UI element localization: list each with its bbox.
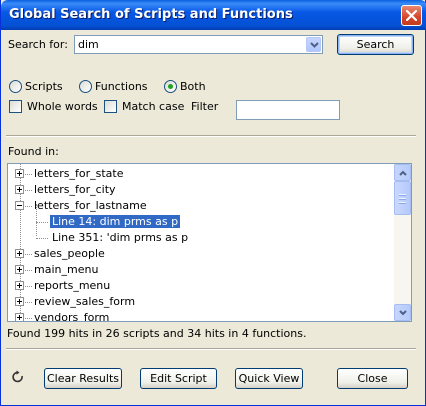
- close-icon: [406, 10, 417, 21]
- chevron-down-icon: [399, 310, 407, 316]
- collapse-icon[interactable]: [15, 201, 24, 210]
- scroll-down-button[interactable]: [394, 304, 411, 321]
- chevron-down-icon: [310, 42, 319, 48]
- dropdown-button[interactable]: [306, 37, 321, 52]
- search-input[interactable]: dim: [78, 38, 99, 51]
- tree-item-label[interactable]: vendors_form: [32, 311, 111, 321]
- window-title: Global Search of Scripts and Functions: [9, 7, 293, 22]
- both-radio[interactable]: [164, 80, 177, 93]
- tree-item-label[interactable]: review_sales_form: [32, 295, 137, 308]
- clear-results-button[interactable]: Clear Results: [44, 368, 122, 389]
- refresh-icon[interactable]: [11, 370, 25, 384]
- filter-label: Filter: [191, 100, 219, 113]
- tree-item-label[interactable]: Line 351: 'dim prms as p: [50, 231, 190, 244]
- expand-icon[interactable]: [15, 169, 24, 178]
- scripts-radio[interactable]: [9, 80, 22, 93]
- functions-radio-label[interactable]: Functions: [95, 80, 148, 93]
- tree-item-label[interactable]: sales_people: [32, 247, 107, 260]
- radio-selected-dot: [168, 84, 173, 89]
- chevron-up-icon: [399, 170, 407, 176]
- divider: [6, 135, 416, 137]
- search-dialog: Global Search of Scripts and Functions S…: [0, 0, 426, 406]
- title-bar[interactable]: Global Search of Scripts and Functions: [1, 0, 426, 30]
- divider: [6, 348, 416, 350]
- scroll-up-button[interactable]: [394, 164, 411, 181]
- tree-item-label[interactable]: Line 14: dim prms as p: [50, 215, 181, 228]
- match-case-checkbox[interactable]: [104, 100, 117, 113]
- tree-item-label[interactable]: reports_menu: [32, 279, 112, 292]
- functions-radio[interactable]: [79, 80, 92, 93]
- expand-icon[interactable]: [15, 281, 24, 290]
- close-button[interactable]: Close: [337, 368, 408, 389]
- expand-icon[interactable]: [15, 185, 24, 194]
- tree-item-label[interactable]: letters_for_city: [32, 183, 118, 196]
- whole-words-checkbox[interactable]: [9, 100, 22, 113]
- expand-icon[interactable]: [15, 313, 24, 321]
- tree-item-label[interactable]: main_menu: [32, 263, 100, 276]
- results-tree[interactable]: letters_for_state letters_for_city lette…: [7, 163, 412, 322]
- vertical-scrollbar[interactable]: [394, 164, 411, 321]
- filter-input[interactable]: [236, 100, 340, 120]
- scroll-thumb[interactable]: [394, 181, 411, 215]
- found-in-label: Found in:: [8, 145, 59, 158]
- quick-view-button[interactable]: Quick View: [235, 368, 303, 389]
- scripts-radio-label[interactable]: Scripts: [25, 80, 63, 93]
- match-case-label[interactable]: Match case: [122, 100, 184, 113]
- search-button[interactable]: Search: [337, 34, 414, 55]
- both-radio-label[interactable]: Both: [180, 80, 206, 93]
- expand-icon[interactable]: [15, 249, 24, 258]
- whole-words-label[interactable]: Whole words: [27, 100, 98, 113]
- search-for-label: Search for:: [8, 38, 68, 51]
- expand-icon[interactable]: [15, 265, 24, 274]
- results-summary: Found 199 hits in 26 scripts and 34 hits…: [7, 327, 307, 340]
- search-combobox[interactable]: dim: [74, 35, 323, 54]
- close-window-button[interactable]: [401, 5, 422, 26]
- expand-icon[interactable]: [15, 297, 24, 306]
- edit-script-button[interactable]: Edit Script: [140, 368, 217, 389]
- tree-item-label[interactable]: letters_for_lastname: [32, 199, 149, 212]
- tree-item-label[interactable]: letters_for_state: [32, 167, 125, 180]
